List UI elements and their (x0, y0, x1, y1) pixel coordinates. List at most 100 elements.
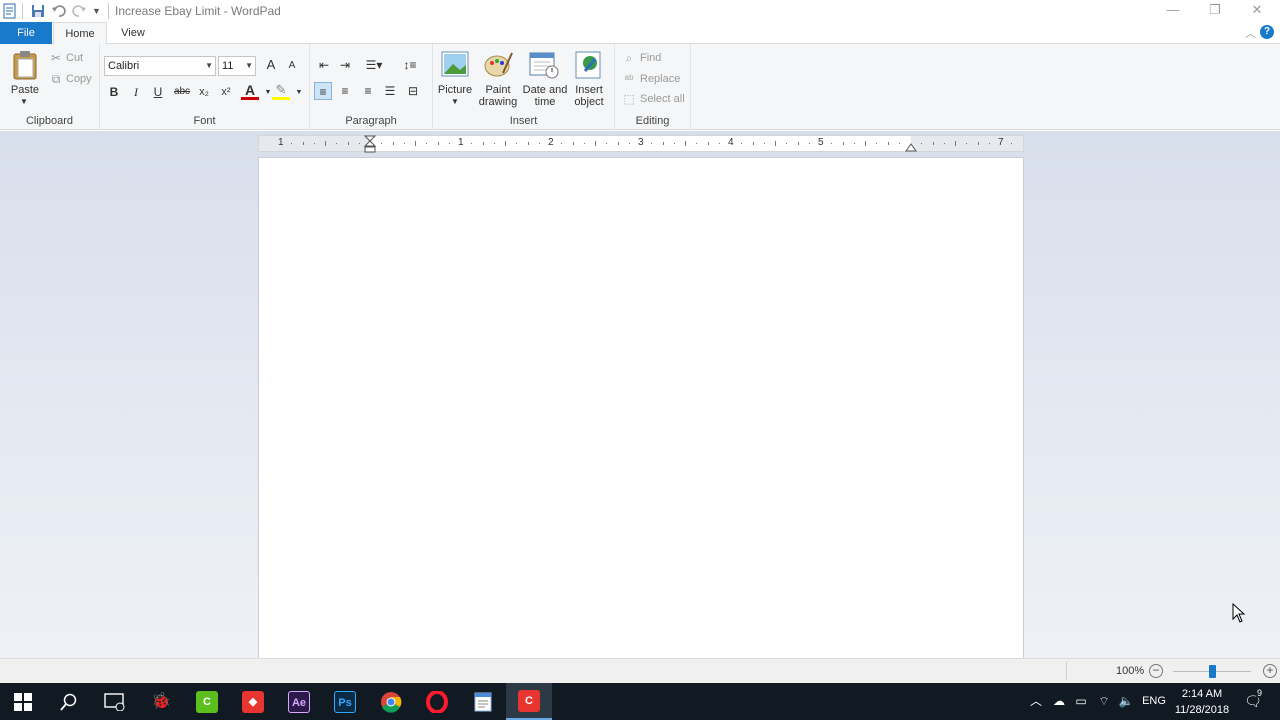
line-spacing-icon[interactable]: ↕≡ (396, 56, 424, 74)
picture-button[interactable]: Picture (435, 84, 475, 96)
indent-marker-icon[interactable] (364, 135, 376, 153)
task-view-button[interactable] (92, 683, 138, 720)
zoom-in-icon[interactable]: + (1263, 664, 1277, 678)
copy-icon[interactable]: ⧉ (47, 70, 65, 88)
taskbar-app[interactable]: Ps (322, 683, 368, 720)
bullets-icon[interactable]: ☰▾ (360, 56, 388, 74)
insert-object-button[interactable]: Insert object (569, 84, 609, 108)
ruler-tick (662, 142, 664, 145)
grow-font-button[interactable]: A (262, 56, 280, 74)
ruler-tick (538, 143, 540, 144)
save-icon[interactable] (30, 3, 46, 19)
show-hidden-icons-icon[interactable]: ︿ (1028, 683, 1044, 720)
ruler-tick (595, 141, 596, 146)
select-all-icon[interactable]: ⬚ (620, 90, 638, 108)
taskbar-app[interactable] (368, 683, 414, 720)
tab-file[interactable]: File (0, 22, 52, 44)
superscript-button[interactable]: x² (217, 83, 235, 101)
increase-indent-icon[interactable]: ⇥ (336, 56, 354, 74)
strikethrough-button[interactable]: abc (171, 83, 193, 101)
italic-button[interactable]: I (127, 83, 145, 101)
date-time-button[interactable]: Date and time (521, 84, 569, 108)
taskbar-app[interactable]: ◆ (230, 683, 276, 720)
battery-icon[interactable]: ▭ (1072, 683, 1090, 720)
language-indicator[interactable]: ENG (1140, 683, 1168, 720)
redo-icon[interactable] (71, 3, 87, 19)
font-family-select[interactable]: Calibri ▼ (104, 56, 216, 76)
align-right-icon[interactable]: ≡ (359, 82, 377, 100)
binoculars-icon[interactable]: ⌕ (620, 49, 638, 67)
picture-dropdown-icon[interactable]: ▼ (451, 96, 459, 108)
tab-home[interactable]: Home (53, 22, 107, 45)
align-center-icon[interactable]: ≡ (336, 82, 354, 100)
onedrive-icon[interactable]: ☁ (1050, 683, 1068, 720)
clock-time: 2:14 AM (1181, 688, 1223, 700)
taskbar-app[interactable] (460, 683, 506, 720)
text-color-button[interactable]: A (241, 81, 259, 100)
minimize-ribbon-icon[interactable]: ︿ (1245, 25, 1256, 41)
action-center-button[interactable]: 🗨 9 (1240, 683, 1266, 720)
ruler-number: 1 (278, 137, 284, 148)
minimize-button[interactable]: — (1150, 0, 1196, 22)
wifi-icon[interactable]: ⌔ (1095, 683, 1113, 720)
start-button[interactable] (0, 683, 46, 720)
wordpad-app-icon[interactable] (2, 3, 18, 19)
document-page[interactable] (258, 157, 1024, 658)
paint-drawing-button[interactable]: Paint drawing (475, 84, 521, 108)
taskbar-app[interactable] (414, 683, 460, 720)
decrease-indent-icon[interactable]: ⇤ (315, 56, 333, 74)
taskbar-app[interactable]: 🐞 (138, 683, 184, 720)
notification-count: 9 (1255, 688, 1265, 698)
justify-icon[interactable]: ☰ (381, 82, 399, 100)
taskbar-app[interactable]: C (184, 683, 230, 720)
ruler-tick (448, 143, 450, 144)
cut-button[interactable]: Cut (66, 52, 83, 64)
taskbar-app[interactable]: Ae (276, 683, 322, 720)
paragraph-settings-icon[interactable]: ⊟ (404, 82, 422, 100)
shrink-font-button[interactable]: A (283, 57, 301, 75)
paint-drawing-line2: drawing (478, 96, 518, 108)
close-button[interactable]: ✕ (1234, 0, 1280, 22)
ruler-tick (325, 141, 326, 146)
font-size-select[interactable]: 11 ▼ (218, 56, 256, 76)
taskbar-search[interactable] (46, 683, 92, 720)
ruler-tick (943, 143, 945, 144)
restore-button[interactable]: ❐ (1192, 0, 1238, 22)
copy-button[interactable]: Copy (66, 73, 92, 85)
picture-icon[interactable] (441, 51, 469, 77)
ruler-number: 3 (638, 137, 644, 148)
align-left-icon[interactable]: ≡ (314, 82, 332, 100)
bold-button[interactable]: B (105, 83, 123, 101)
insert-group: Picture ▼ Paint drawing Date and time In… (433, 44, 615, 130)
select-all-button[interactable]: Select all (640, 93, 685, 105)
customize-qat-icon[interactable]: ▼ (92, 6, 108, 22)
find-button[interactable]: Find (640, 52, 661, 64)
editing-group: ⌕ Find ᵃᵇ Replace ⬚ Select all Editing (615, 44, 691, 130)
highlight-dropdown-icon[interactable]: ▼ (290, 84, 308, 102)
cut-icon[interactable]: ✂ (47, 49, 65, 67)
volume-icon[interactable]: 🔈 (1117, 683, 1135, 720)
replace-button[interactable]: Replace (640, 73, 680, 85)
help-icon[interactable]: ? (1260, 25, 1274, 39)
clipboard-label: Clipboard (25, 115, 74, 127)
underline-button[interactable]: U (149, 83, 167, 101)
replace-icon[interactable]: ᵃᵇ (620, 70, 638, 88)
paint-drawing-icon[interactable] (483, 51, 513, 79)
ruler-tick (583, 143, 585, 144)
zoom-slider-thumb[interactable] (1209, 665, 1216, 678)
tab-view[interactable]: View (108, 22, 158, 44)
clock[interactable]: 2:14 AM 11/28/2018 (1172, 686, 1232, 718)
insert-object-icon[interactable] (575, 51, 603, 79)
right-indent-marker-icon[interactable] (905, 141, 917, 152)
undo-icon[interactable] (51, 3, 67, 19)
zoom-out-icon[interactable]: − (1149, 664, 1163, 678)
paste-icon[interactable] (11, 50, 39, 80)
editing-label: Editing (635, 115, 670, 127)
highlight-icon[interactable]: ✎ (272, 81, 290, 100)
taskbar-app[interactable]: C (506, 683, 552, 720)
paste-button[interactable]: Paste (8, 84, 42, 96)
paste-dropdown-icon[interactable]: ▼ (20, 96, 28, 108)
subscript-button[interactable]: x₂ (195, 83, 213, 101)
ruler[interactable]: 1 1 2 3 4 5 7 (258, 135, 1024, 153)
date-time-icon[interactable] (529, 51, 559, 79)
